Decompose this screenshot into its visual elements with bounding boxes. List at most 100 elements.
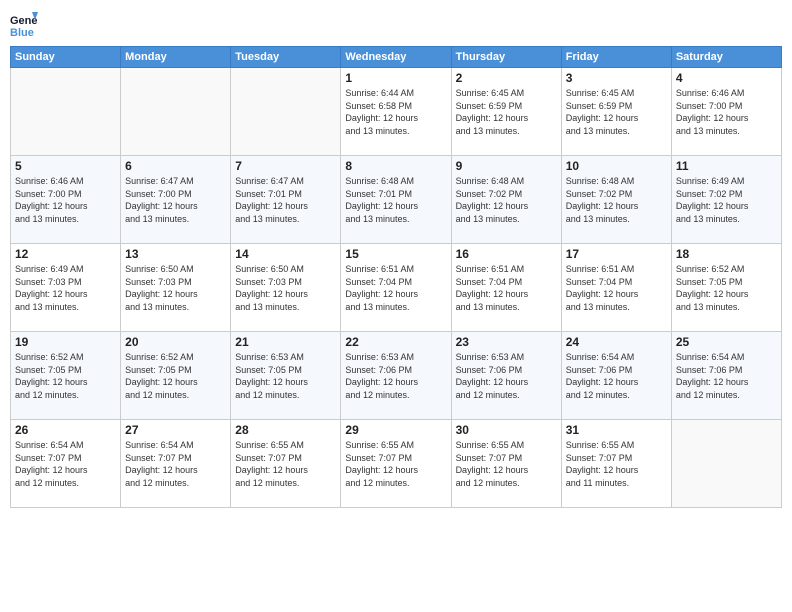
calendar-cell: 12 Sunrise: 6:49 AM Sunset: 7:03 PM Dayli… [11, 244, 121, 332]
header: General Blue [10, 10, 782, 38]
weekday-header: Wednesday [341, 47, 451, 68]
calendar-cell: 11 Sunrise: 6:49 AM Sunset: 7:02 PM Dayli… [671, 156, 781, 244]
calendar-cell: 5 Sunrise: 6:46 AM Sunset: 7:00 PM Daylig… [11, 156, 121, 244]
day-info: Sunrise: 6:53 AM Sunset: 7:05 PM Dayligh… [235, 351, 336, 401]
calendar-week-row: 26 Sunrise: 6:54 AM Sunset: 7:07 PM Dayli… [11, 420, 782, 508]
day-info: Sunrise: 6:55 AM Sunset: 7:07 PM Dayligh… [235, 439, 336, 489]
calendar-cell: 31 Sunrise: 6:55 AM Sunset: 7:07 PM Dayli… [561, 420, 671, 508]
day-info: Sunrise: 6:45 AM Sunset: 6:59 PM Dayligh… [456, 87, 557, 137]
calendar-cell [11, 68, 121, 156]
day-info: Sunrise: 6:50 AM Sunset: 7:03 PM Dayligh… [125, 263, 226, 313]
calendar-cell: 16Sunrise: 6:51 AM Sunset: 7:04 PM Dayli… [451, 244, 561, 332]
day-info: Sunrise: 6:52 AM Sunset: 7:05 PM Dayligh… [15, 351, 116, 401]
calendar-week-row: 1 Sunrise: 6:44 AM Sunset: 6:58 PM Daylig… [11, 68, 782, 156]
day-info: Sunrise: 6:53 AM Sunset: 7:06 PM Dayligh… [345, 351, 446, 401]
weekday-header: Friday [561, 47, 671, 68]
day-number: 19 [15, 335, 116, 349]
calendar-cell: 23 Sunrise: 6:53 AM Sunset: 7:06 PM Dayli… [451, 332, 561, 420]
calendar-cell: 25 Sunrise: 6:54 AM Sunset: 7:06 PM Dayli… [671, 332, 781, 420]
day-number: 4 [676, 71, 777, 85]
day-info: Sunrise: 6:51 AM Sunset: 7:04 PM Dayligh… [566, 263, 667, 313]
calendar-cell: 30 Sunrise: 6:55 AM Sunset: 7:07 PM Dayli… [451, 420, 561, 508]
calendar-cell: 15Sunrise: 6:51 AM Sunset: 7:04 PM Dayli… [341, 244, 451, 332]
day-info: Sunrise: 6:49 AM Sunset: 7:03 PM Dayligh… [15, 263, 116, 313]
calendar-cell [121, 68, 231, 156]
calendar-cell: 24 Sunrise: 6:54 AM Sunset: 7:06 PM Dayli… [561, 332, 671, 420]
day-info: Sunrise: 6:45 AM Sunset: 6:59 PM Dayligh… [566, 87, 667, 137]
day-info: Sunrise: 6:48 AM Sunset: 7:01 PM Dayligh… [345, 175, 446, 225]
weekday-header: Sunday [11, 47, 121, 68]
calendar-cell: 18 Sunrise: 6:52 AM Sunset: 7:05 PM Dayli… [671, 244, 781, 332]
day-number: 12 [15, 247, 116, 261]
day-info: Sunrise: 6:54 AM Sunset: 7:07 PM Dayligh… [15, 439, 116, 489]
day-number: 31 [566, 423, 667, 437]
calendar-cell: 1 Sunrise: 6:44 AM Sunset: 6:58 PM Daylig… [341, 68, 451, 156]
weekday-header: Monday [121, 47, 231, 68]
calendar-cell: 10Sunrise: 6:48 AM Sunset: 7:02 PM Dayli… [561, 156, 671, 244]
day-info: Sunrise: 6:54 AM Sunset: 7:06 PM Dayligh… [566, 351, 667, 401]
day-number: 26 [15, 423, 116, 437]
calendar-cell: 29 Sunrise: 6:55 AM Sunset: 7:07 PM Dayli… [341, 420, 451, 508]
calendar-cell: 7Sunrise: 6:47 AM Sunset: 7:01 PM Daylig… [231, 156, 341, 244]
day-info: Sunrise: 6:51 AM Sunset: 7:04 PM Dayligh… [456, 263, 557, 313]
calendar-cell: 27 Sunrise: 6:54 AM Sunset: 7:07 PM Dayli… [121, 420, 231, 508]
day-number: 25 [676, 335, 777, 349]
calendar-cell: 22 Sunrise: 6:53 AM Sunset: 7:06 PM Dayli… [341, 332, 451, 420]
day-number: 10 [566, 159, 667, 173]
calendar-cell: 20 Sunrise: 6:52 AM Sunset: 7:05 PM Dayli… [121, 332, 231, 420]
calendar-cell: 26 Sunrise: 6:54 AM Sunset: 7:07 PM Dayli… [11, 420, 121, 508]
calendar-week-row: 5 Sunrise: 6:46 AM Sunset: 7:00 PM Daylig… [11, 156, 782, 244]
day-info: Sunrise: 6:44 AM Sunset: 6:58 PM Dayligh… [345, 87, 446, 137]
day-info: Sunrise: 6:52 AM Sunset: 7:05 PM Dayligh… [125, 351, 226, 401]
day-number: 21 [235, 335, 336, 349]
day-info: Sunrise: 6:48 AM Sunset: 7:02 PM Dayligh… [456, 175, 557, 225]
day-info: Sunrise: 6:47 AM Sunset: 7:00 PM Dayligh… [125, 175, 226, 225]
day-number: 18 [676, 247, 777, 261]
day-number: 29 [345, 423, 446, 437]
svg-text:Blue: Blue [10, 27, 34, 38]
day-info: Sunrise: 6:55 AM Sunset: 7:07 PM Dayligh… [566, 439, 667, 489]
day-info: Sunrise: 6:46 AM Sunset: 7:00 PM Dayligh… [676, 87, 777, 137]
day-number: 20 [125, 335, 226, 349]
day-number: 9 [456, 159, 557, 173]
day-number: 23 [456, 335, 557, 349]
day-number: 3 [566, 71, 667, 85]
day-number: 8 [345, 159, 446, 173]
day-info: Sunrise: 6:49 AM Sunset: 7:02 PM Dayligh… [676, 175, 777, 225]
day-info: Sunrise: 6:53 AM Sunset: 7:06 PM Dayligh… [456, 351, 557, 401]
day-number: 13 [125, 247, 226, 261]
calendar-cell: 9 Sunrise: 6:48 AM Sunset: 7:02 PM Daylig… [451, 156, 561, 244]
day-number: 28 [235, 423, 336, 437]
day-info: Sunrise: 6:54 AM Sunset: 7:07 PM Dayligh… [125, 439, 226, 489]
day-info: Sunrise: 6:52 AM Sunset: 7:05 PM Dayligh… [676, 263, 777, 313]
day-number: 5 [15, 159, 116, 173]
day-number: 22 [345, 335, 446, 349]
calendar-cell: 19 Sunrise: 6:52 AM Sunset: 7:05 PM Dayli… [11, 332, 121, 420]
calendar-cell [671, 420, 781, 508]
calendar-cell: 13 Sunrise: 6:50 AM Sunset: 7:03 PM Dayli… [121, 244, 231, 332]
day-info: Sunrise: 6:46 AM Sunset: 7:00 PM Dayligh… [15, 175, 116, 225]
calendar-week-row: 19 Sunrise: 6:52 AM Sunset: 7:05 PM Dayli… [11, 332, 782, 420]
day-number: 27 [125, 423, 226, 437]
calendar-cell: 17 Sunrise: 6:51 AM Sunset: 7:04 PM Dayli… [561, 244, 671, 332]
day-info: Sunrise: 6:47 AM Sunset: 7:01 PM Dayligh… [235, 175, 336, 225]
calendar-cell: 8 Sunrise: 6:48 AM Sunset: 7:01 PM Daylig… [341, 156, 451, 244]
day-number: 1 [345, 71, 446, 85]
calendar-cell: 28 Sunrise: 6:55 AM Sunset: 7:07 PM Dayli… [231, 420, 341, 508]
day-number: 11 [676, 159, 777, 173]
logo: General Blue [10, 10, 38, 38]
day-info: Sunrise: 6:54 AM Sunset: 7:06 PM Dayligh… [676, 351, 777, 401]
day-number: 17 [566, 247, 667, 261]
day-info: Sunrise: 6:51 AM Sunset: 7:04 PM Dayligh… [345, 263, 446, 313]
page: General Blue SundayMondayTuesdayWednesda… [0, 0, 792, 612]
day-number: 24 [566, 335, 667, 349]
calendar: SundayMondayTuesdayWednesdayThursdayFrid… [10, 46, 782, 508]
day-number: 30 [456, 423, 557, 437]
day-info: Sunrise: 6:55 AM Sunset: 7:07 PM Dayligh… [456, 439, 557, 489]
calendar-cell: 6Sunrise: 6:47 AM Sunset: 7:00 PM Daylig… [121, 156, 231, 244]
day-info: Sunrise: 6:55 AM Sunset: 7:07 PM Dayligh… [345, 439, 446, 489]
calendar-cell: 21 Sunrise: 6:53 AM Sunset: 7:05 PM Dayli… [231, 332, 341, 420]
calendar-week-row: 12 Sunrise: 6:49 AM Sunset: 7:03 PM Dayli… [11, 244, 782, 332]
logo-text: General Blue [10, 10, 38, 38]
calendar-cell: 4 Sunrise: 6:46 AM Sunset: 7:00 PM Daylig… [671, 68, 781, 156]
